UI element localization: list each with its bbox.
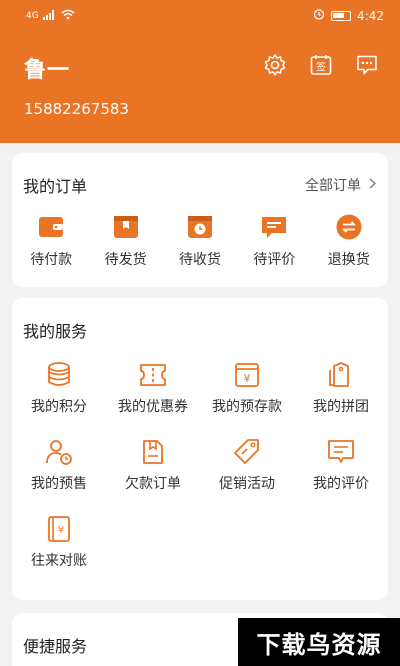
service-label: 我的优惠券 [118,399,188,415]
coins-icon [48,362,70,386]
service-promotions[interactable]: 促销活动 [200,437,294,493]
service-label: 往来对账 [31,553,87,569]
all-orders-label: 全部订单 [305,178,361,194]
services-title: 我的服务 [23,322,88,341]
svg-text:签: 签 [316,61,326,74]
svg-text:¥: ¥ [244,372,251,385]
service-label: 我的拼团 [313,399,369,415]
service-reviews[interactable]: 我的评价 [294,437,388,493]
order-item-label: 待发货 [104,252,147,268]
signal-icon [42,9,57,23]
sign-in-calendar-icon[interactable]: 签 [308,52,334,78]
quick-services-title: 便捷服务 [23,637,88,656]
service-label: 促销活动 [219,476,275,492]
order-item-label: 待评价 [253,252,296,268]
service-coupons[interactable]: 我的优惠券 [106,360,200,416]
order-pending-receipt[interactable]: 待收货 [165,213,235,269]
order-item-label: 退换货 [327,252,370,268]
order-returns[interactable]: 退换货 [314,213,384,269]
order-pending-review[interactable]: 待评价 [239,213,309,269]
order-pending-payment[interactable]: 待付款 [16,213,86,269]
all-orders-link[interactable]: 全部订单 [305,175,376,195]
order-pending-shipment[interactable]: 待发货 [91,213,161,269]
profile-header: 4G 4:42 鲁一 15882267583 签 [0,0,400,143]
exchange-icon [336,214,362,240]
watermark-banner: 下载鸟资源 [238,618,400,666]
deposit-icon: ¥ [235,363,259,387]
coupon-icon [140,364,166,386]
service-label: 我的评价 [313,476,369,492]
order-item-label: 待付款 [30,252,73,268]
status-bar: 4G 4:42 [0,0,400,32]
box-icon [113,216,138,238]
wallet-icon [39,217,64,237]
alarm-icon [313,8,325,23]
network-label: 4G [26,11,39,21]
chevron-right-icon [369,177,376,193]
user-name: 鲁一 [24,58,71,83]
service-label: 我的积分 [31,399,87,415]
service-deposit[interactable]: ¥ 我的预存款 [200,360,294,416]
svg-text:¥: ¥ [58,525,64,536]
service-debt-orders[interactable]: 欠款订单 [106,437,200,493]
service-label: 我的预存款 [212,399,282,415]
service-label: 我的预售 [31,476,87,492]
orders-card: 我的订单 全部订单 待付款 待发货 待收货 待评价 退换货 [12,153,388,287]
status-time: 4:42 [357,8,384,23]
wifi-icon [61,9,75,23]
service-group-buy[interactable]: 我的拼团 [294,360,388,416]
promo-tag-icon [234,439,259,464]
presale-user-icon [46,440,72,465]
delivery-clock-icon [187,216,212,238]
settings-gear-icon[interactable] [262,52,288,78]
review-icon [328,440,354,463]
message-icon[interactable] [354,52,380,78]
debt-order-icon [143,440,163,464]
group-tag-icon [329,362,349,387]
service-label: 欠款订单 [125,476,181,492]
service-points[interactable]: 我的积分 [12,360,106,416]
orders-title: 我的订单 [23,177,88,196]
comment-icon [262,217,287,238]
service-presale[interactable]: 我的预售 [12,437,106,493]
order-item-label: 待收货 [178,252,221,268]
services-card: 我的服务 我的积分 我的优惠券 ¥ 我的预存款 我的拼团 我的预售 欠款订单 促… [12,298,388,600]
ledger-icon: ¥ [48,516,70,542]
battery-icon [331,10,352,21]
service-reconciliation[interactable]: ¥ 往来对账 [12,514,106,570]
user-phone: 15882267583 [24,100,129,118]
